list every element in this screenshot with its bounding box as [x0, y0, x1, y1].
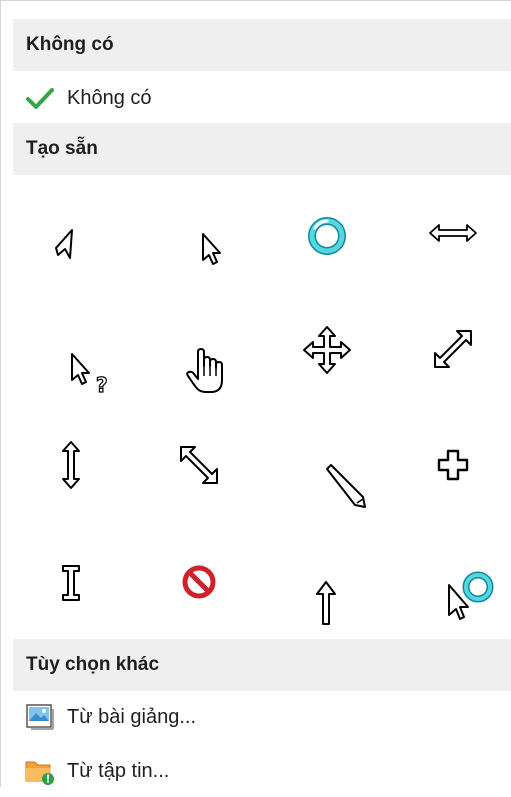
checkmark-icon — [23, 81, 57, 115]
from-presentation-option[interactable]: Từ bài giảng... — [13, 691, 511, 743]
none-option-label: Không có — [67, 86, 152, 109]
section-header-presets: Tạo sẵn — [13, 123, 511, 175]
diagonal-resize-ne-icon[interactable] — [413, 309, 493, 389]
up-arrow-icon[interactable] — [286, 563, 366, 643]
image-file-icon — [23, 700, 57, 734]
busy-ring-icon[interactable] — [287, 196, 367, 276]
unavailable-icon[interactable] — [159, 542, 239, 622]
working-in-background-icon[interactable] — [431, 555, 511, 635]
horizontal-resize-icon[interactable] — [413, 193, 493, 273]
move-icon[interactable] — [287, 310, 367, 390]
section-title-other: Tùy chọn khác — [26, 654, 160, 675]
cursor-picker-panel: Không có Không có Tạo sẵn ? Tùy chọn khá… — [0, 0, 511, 787]
diagonal-resize-nw-icon[interactable] — [159, 425, 239, 505]
vertical-resize-icon[interactable] — [31, 425, 111, 505]
section-title-none: Không có — [26, 34, 114, 55]
precision-cross-icon[interactable] — [413, 425, 493, 505]
arrow-pointer-small-icon[interactable] — [171, 209, 251, 289]
from-presentation-label: Từ bài giảng... — [67, 705, 197, 728]
from-file-option[interactable]: Từ tập tin... — [13, 745, 511, 797]
arrow-pointer-icon[interactable] — [25, 204, 105, 284]
hand-pointer-icon[interactable] — [165, 331, 245, 411]
section-title-presets: Tạo sẵn — [26, 138, 98, 159]
folder-icon — [23, 754, 57, 788]
section-header-other: Tùy chọn khác — [13, 639, 511, 691]
help-select-icon[interactable]: ? — [51, 333, 131, 413]
pen-icon[interactable] — [306, 446, 386, 526]
svg-text:?: ? — [96, 373, 108, 397]
none-option[interactable]: Không có — [13, 72, 511, 124]
section-header-none: Không có — [13, 19, 511, 71]
from-file-label: Từ tập tin... — [67, 759, 170, 782]
text-beam-icon[interactable] — [31, 543, 111, 623]
